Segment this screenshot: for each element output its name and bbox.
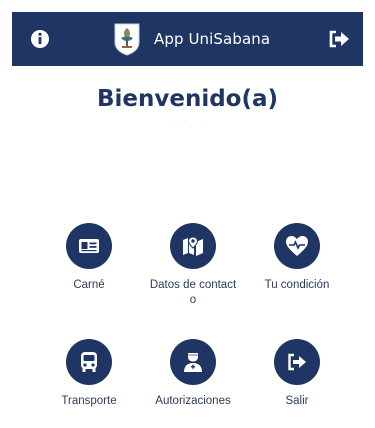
map-location-icon[interactable] <box>170 223 216 269</box>
shield-logo-icon <box>112 21 142 57</box>
menu-item-tu-condicion[interactable]: Tu condición <box>242 223 352 293</box>
logout-icon[interactable] <box>325 12 353 66</box>
menu-item-transporte[interactable]: Transporte <box>34 339 144 409</box>
app-title: App UniSabana <box>154 30 271 48</box>
app-brand: App UniSabana <box>112 12 270 66</box>
welcome-subtitle: . . . . <box>169 120 206 131</box>
menu-label-transporte: Transporte <box>61 395 117 407</box>
heart-pulse-icon[interactable] <box>274 223 320 269</box>
info-icon[interactable] <box>26 12 54 66</box>
menu-label-tu-condicion: Tu condición <box>264 279 330 291</box>
sign-out-icon[interactable] <box>274 339 320 385</box>
menu-item-autorizaciones[interactable]: Autorizaciones <box>138 339 248 409</box>
menu-label-datos-de-contacto: Datos de contacto <box>149 279 237 306</box>
menu-label-carne: Carné <box>73 279 105 291</box>
menu-item-salir[interactable]: Salir <box>242 339 352 409</box>
menu-item-carne[interactable]: Carné <box>34 223 144 293</box>
welcome-title: Bienvenido(a) <box>96 86 279 112</box>
id-card-icon[interactable] <box>66 223 112 269</box>
menu-label-salir: Salir <box>285 395 309 407</box>
bus-icon[interactable] <box>66 339 112 385</box>
app-header: App UniSabana <box>12 12 363 66</box>
menu-label-autorizaciones: Autorizaciones <box>155 395 231 407</box>
menu-item-datos-de-contacto[interactable]: Datos de contacto <box>138 223 248 308</box>
doctor-icon[interactable] <box>170 339 216 385</box>
